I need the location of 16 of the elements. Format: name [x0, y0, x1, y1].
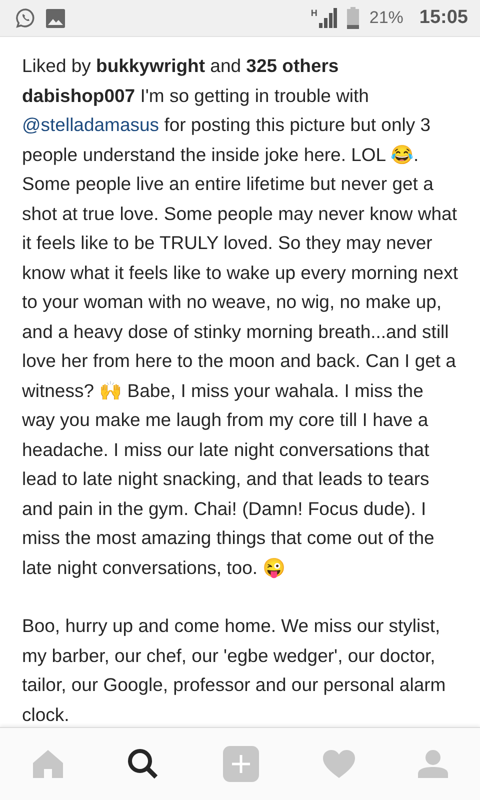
image-icon	[46, 8, 65, 28]
clock-time: 15:05	[419, 7, 468, 29]
caption: dabishop007 I'm so getting in trouble with @stelladamasus for posting this picture but only 3 people understand the inside joke here. LOL 😂. Some people live an entire lifetime but never get a shot at true love. Some people may never know what it feels like to be TRULY loved. So they may never know what it feels like to wake up every morning next to your woman with no weave, no wig, no make up, and a heavy dose of stinky morning breath...and still love her from here to the moon and back. Can I get a witness? 🙌 Babe, I miss your wahala. I miss the way you make me laugh from my core till I have a headache. I miss our late night conversations that lead to late night snacking, and that leads to tears and pain in the gym. Chai! (Damn! Focus dude). I miss the most amazing things that come out of the late night conversations, too. 😜	[22, 84, 459, 580]
battery-icon	[347, 7, 360, 29]
home-icon	[32, 749, 64, 779]
likes-summary: Liked by bukkywright and 325 others	[22, 54, 340, 78]
search-icon	[127, 748, 160, 780]
network-type-label: H	[310, 8, 318, 18]
mention-link[interactable]: @stelladamasus	[22, 114, 160, 135]
signal-icon	[319, 8, 338, 28]
battery-percent: 21%	[369, 8, 404, 28]
profile-icon	[418, 750, 448, 778]
caption-paragraph: Boo, hurry up and come home. We miss our stylist, my barber, our chef, our 'egbe wedger', our doctor, tailor, our Google, professor and our personal alarm clock.	[22, 614, 447, 726]
whatsapp-icon	[16, 8, 36, 28]
heart-icon	[322, 750, 355, 778]
add-icon	[222, 746, 259, 782]
